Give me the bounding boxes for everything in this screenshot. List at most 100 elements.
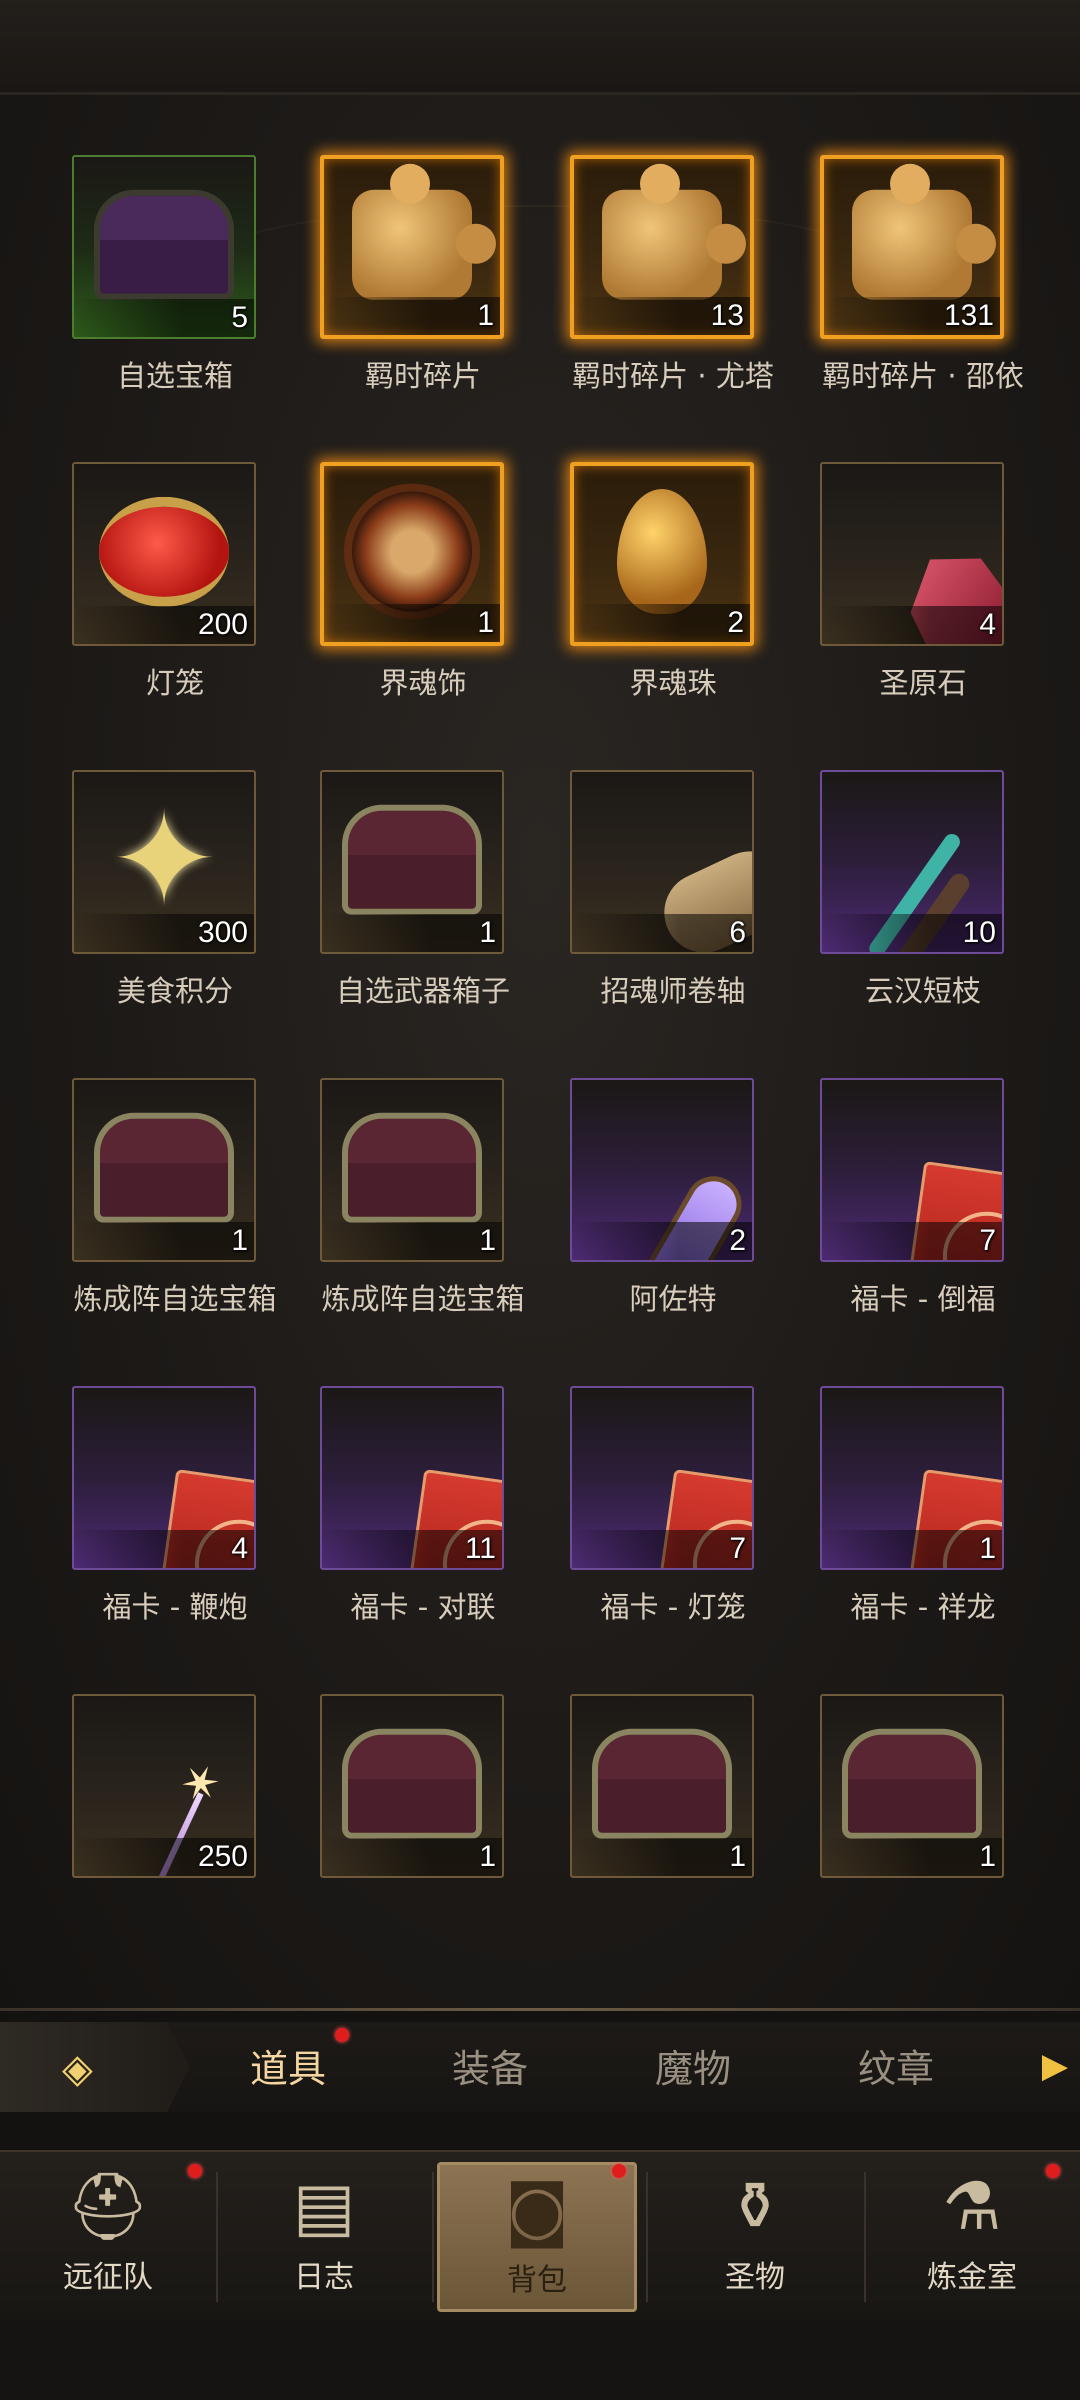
chest-icon	[94, 1112, 234, 1223]
item-slot[interactable]: 13	[570, 155, 754, 339]
inventory-item[interactable]: 131 羁时碎片 · 邵依	[798, 63, 1048, 393]
inventory-item[interactable]: 4 圣原石	[798, 370, 1048, 700]
item-slot[interactable]: 2	[570, 462, 754, 646]
item-slot[interactable]: 10	[820, 770, 1004, 954]
inventory-item[interactable]: 1 炼成阵自选宝箱	[50, 986, 300, 1316]
tab-items-badge	[335, 2028, 349, 2042]
inventory-item[interactable]: 7 福卡 - 灯笼	[548, 1294, 798, 1624]
nav-expedition-label: 远征队	[63, 2260, 153, 2295]
item-count: 1	[979, 1840, 996, 1873]
item-slot[interactable]: 1	[320, 155, 504, 339]
nav-alchemy-label: 炼金室	[927, 2260, 1017, 2295]
inventory-item[interactable]: 1	[798, 1602, 1048, 1878]
journal-icon: ▤	[292, 2168, 356, 2245]
nav-alchemy-badge	[1046, 2164, 1060, 2178]
item-slot[interactable]: 200	[72, 462, 256, 646]
relic-icon: ⚱	[727, 2168, 783, 2245]
inventory-item[interactable]: 1	[548, 1602, 798, 1878]
inventory-item[interactable]: 1 羁时碎片	[298, 63, 548, 393]
item-slot[interactable]: 1	[320, 1078, 504, 1262]
chest-icon	[592, 1728, 732, 1839]
item-count: 2	[727, 606, 744, 639]
tab-emblems[interactable]: 纹章	[858, 2038, 934, 2093]
nav-expedition[interactable]: ⛑ 远征队	[8, 2162, 208, 2312]
item-count: 300	[197, 916, 248, 949]
item-slot[interactable]: 5	[72, 155, 256, 339]
item-slot[interactable]: 1	[820, 1386, 1004, 1570]
nav-separator	[646, 2172, 648, 2302]
inventory-item[interactable]: 13 羁时碎片 · 尤塔	[548, 63, 798, 393]
item-slot[interactable]: 11	[320, 1386, 504, 1570]
item-slot[interactable]: 2	[570, 1078, 754, 1262]
inventory-item[interactable]: 200 灯笼	[50, 370, 300, 700]
tab-monsters[interactable]: 魔物	[655, 2038, 731, 2093]
nav-alchemy[interactable]: ⚗ 炼金室	[872, 2162, 1072, 2312]
count-band	[74, 1222, 254, 1260]
puzzle-piece-icon	[852, 163, 996, 300]
tab-items[interactable]: 道具	[250, 2038, 326, 2093]
item-count: 13	[710, 299, 744, 332]
inventory-item[interactable]: 10 云汉短枝	[798, 678, 1048, 1008]
item-slot[interactable]: 4	[72, 1386, 256, 1570]
item-count: 7	[729, 1532, 746, 1565]
count-band	[324, 604, 500, 642]
item-slot[interactable]: 131	[820, 155, 1004, 339]
item-slot[interactable]: 1	[320, 1694, 504, 1878]
nav-separator	[216, 2172, 218, 2302]
golden-egg-icon	[617, 489, 707, 614]
nav-relics[interactable]: ⚱ 圣物	[655, 2162, 855, 2312]
inventory-item[interactable]: 2 阿佐特	[548, 986, 798, 1316]
item-slot[interactable]: 1	[570, 1694, 754, 1878]
tab-equipment[interactable]: 装备	[452, 2038, 528, 2093]
item-slot[interactable]: 1	[320, 462, 504, 646]
item-slot[interactable]: 6	[570, 770, 754, 954]
bottom-strip	[0, 2320, 1080, 2400]
item-slot[interactable]: 1	[820, 1694, 1004, 1878]
purple-chest-icon	[94, 189, 234, 300]
inventory-item[interactable]: 7 福卡 - 倒福	[798, 986, 1048, 1316]
viking-helmet-icon: ⛑	[66, 2168, 150, 2245]
item-slot[interactable]: 4	[820, 462, 1004, 646]
inventory-item[interactable]: 1	[298, 1602, 548, 1878]
inventory-item[interactable]: 6 招魂师卷轴	[548, 678, 798, 1008]
chevron-right-icon[interactable]: ▶	[1042, 2046, 1068, 2086]
item-count: 1	[479, 1840, 496, 1873]
item-count: 200	[197, 608, 248, 641]
count-band	[822, 606, 1002, 644]
inventory-item[interactable]: 2 界魂珠	[548, 370, 798, 700]
inventory-item[interactable]: 11 福卡 - 对联	[298, 1294, 548, 1624]
inventory-item[interactable]: 5 自选宝箱	[50, 63, 300, 393]
item-count: 7	[979, 1224, 996, 1257]
bottom-nav: ⛑ 远征队 ▤ 日志 ◙ 背包 ⚱ 圣物 ⚗ 炼金室	[0, 2150, 1080, 2320]
nav-backpack[interactable]: ◙ 背包	[437, 2162, 637, 2312]
count-band	[74, 1530, 254, 1568]
item-slot[interactable]: 250	[72, 1694, 256, 1878]
inventory-item[interactable]: 4 福卡 - 鞭炮	[50, 1294, 300, 1624]
count-band	[572, 914, 752, 952]
nav-journal[interactable]: ▤ 日志	[224, 2162, 424, 2312]
inventory-item[interactable]: 1 炼成阵自选宝箱	[298, 986, 548, 1316]
count-band	[822, 1530, 1002, 1568]
chest-icon	[342, 1728, 482, 1839]
inventory-item[interactable]: ✦ 300 美食积分	[50, 678, 300, 1008]
nav-journal-label: 日志	[294, 2260, 354, 2295]
tab-emblem[interactable]: ◈	[0, 2022, 190, 2112]
diamond-emblem-icon: ◈	[62, 2046, 93, 2092]
item-slot[interactable]: 7	[820, 1078, 1004, 1262]
category-tabs: ◈ 道具 装备 魔物 纹章 ▶	[0, 2022, 1080, 2112]
inventory-item[interactable]: 1 界魂饰	[298, 370, 548, 700]
inventory-item[interactable]: 250	[50, 1602, 300, 1878]
item-slot[interactable]: ✦ 300	[72, 770, 256, 954]
sun-mask-icon	[352, 491, 472, 612]
backpack-icon: ◙	[504, 2171, 570, 2248]
inventory-item[interactable]: 1 自选武器箱子	[298, 678, 548, 1008]
inventory-item[interactable]: 1 福卡 - 祥龙	[798, 1294, 1048, 1624]
count-band	[322, 1838, 502, 1876]
item-slot[interactable]: 7	[570, 1386, 754, 1570]
item-count: 5	[231, 301, 248, 334]
item-slot[interactable]: 1	[320, 770, 504, 954]
item-slot[interactable]: 1	[72, 1078, 256, 1262]
puzzle-piece-icon	[352, 163, 496, 300]
nav-relics-label: 圣物	[725, 2260, 785, 2295]
item-count: 131	[943, 299, 994, 332]
